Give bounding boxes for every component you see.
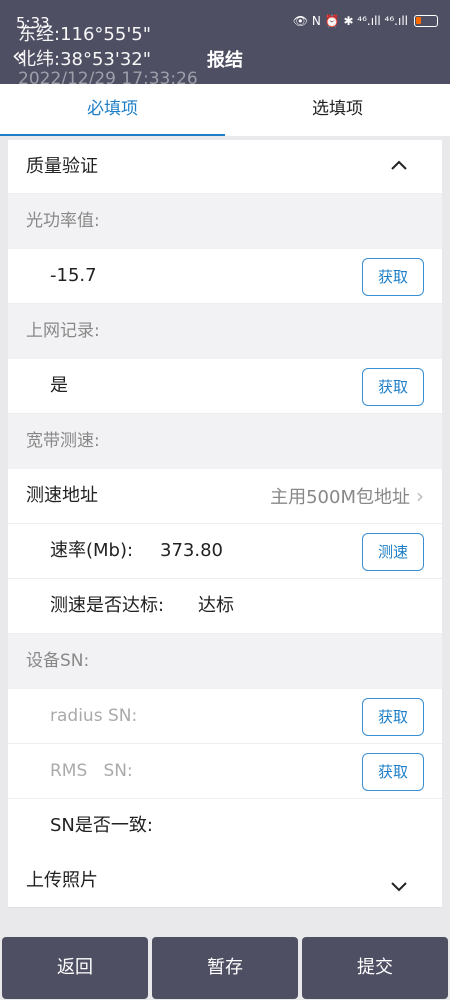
speed-pass-row: 测速是否达标: 达标: [8, 579, 442, 634]
submit-button[interactable]: 提交: [302, 937, 448, 999]
speed-address-value-wrap: 主用500M包地址 ›: [270, 469, 424, 525]
rate-label: 速率(Mb):: [50, 540, 134, 561]
radius-sn-row: radius SN: 获取: [8, 689, 442, 744]
bottom-action-bar: 返回 暂存 提交: [0, 934, 450, 1000]
speed-address-value: 主用500M包地址: [270, 487, 410, 508]
speed-pass-value: 达标: [198, 595, 234, 616]
get-rms-sn-button[interactable]: 获取: [362, 753, 424, 791]
rate-row: 速率(Mb): 373.80 测速: [8, 524, 442, 579]
section-upload-photo-header[interactable]: 上传照片: [8, 854, 442, 908]
speed-address-row[interactable]: 测速地址 主用500M包地址 ›: [8, 469, 442, 524]
group-label: 光功率值:: [26, 211, 100, 231]
caret-down-icon: [390, 874, 408, 898]
get-optical-power-button[interactable]: 获取: [362, 258, 424, 296]
longitude-watermark: 东经:116°55'5": [18, 24, 152, 45]
group-broadband: 宽带测速:: [8, 414, 442, 469]
status-icons: 👁 N ⏰ ✱ ⁴⁶.ıll ⁴⁶.ıll: [293, 14, 438, 28]
page-title: 报结: [207, 50, 243, 71]
get-online-record-button[interactable]: 获取: [362, 368, 424, 406]
radius-sn-label: radius SN:: [50, 706, 138, 726]
sn-consistent-row: SN是否一致:: [8, 799, 442, 854]
section-quality-header[interactable]: 质量验证: [8, 140, 442, 194]
group-label: 宽带测速:: [26, 431, 100, 451]
section-title: 质量验证: [26, 156, 98, 177]
sn-consistent-label: SN是否一致:: [50, 815, 153, 836]
rms-sn-label: RMS SN:: [50, 761, 133, 781]
get-radius-sn-button[interactable]: 获取: [362, 698, 424, 736]
speed-pass-label: 测速是否达标:: [50, 595, 165, 616]
tab-bar: 必填项 选填项: [0, 84, 450, 136]
back-button[interactable]: 返回: [2, 937, 148, 999]
online-record-row: 是 获取: [8, 359, 442, 414]
group-online-record: 上网记录:: [8, 304, 442, 359]
section-title: 上传照片: [26, 870, 98, 891]
optical-power-row: -15.7 获取: [8, 249, 442, 304]
optical-power-value: -15.7: [50, 265, 97, 286]
tab-required[interactable]: 必填项: [0, 84, 225, 136]
rate-value: 373.80: [160, 540, 223, 561]
rms-sn-row: RMS SN: 获取: [8, 744, 442, 799]
group-device-sn: 设备SN:: [8, 634, 442, 689]
chevron-right-icon: ›: [416, 484, 424, 508]
save-draft-button[interactable]: 暂存: [152, 937, 298, 999]
speed-test-button[interactable]: 测速: [362, 533, 424, 571]
tab-optional[interactable]: 选填项: [225, 84, 450, 136]
group-label: 上网记录:: [26, 321, 100, 341]
group-label: 设备SN:: [26, 651, 90, 671]
top-header: 5:33 👁 N ⏰ ✱ ⁴⁶.ıll ⁴⁶.ıll 东经:116°55'5" …: [0, 0, 450, 89]
caret-up-icon: [390, 152, 408, 176]
form-content: 质量验证 光功率值: -15.7 获取 上网记录: 是 获取 宽带测速: 测速地…: [8, 140, 442, 908]
battery-icon: [414, 15, 438, 27]
online-record-value: 是: [50, 375, 68, 396]
group-optical-power: 光功率值:: [8, 194, 442, 249]
speed-address-label: 测速地址: [26, 485, 98, 506]
status-indicators: 👁 N ⏰ ✱ ⁴⁶.ıll ⁴⁶.ıll: [292, 14, 408, 28]
